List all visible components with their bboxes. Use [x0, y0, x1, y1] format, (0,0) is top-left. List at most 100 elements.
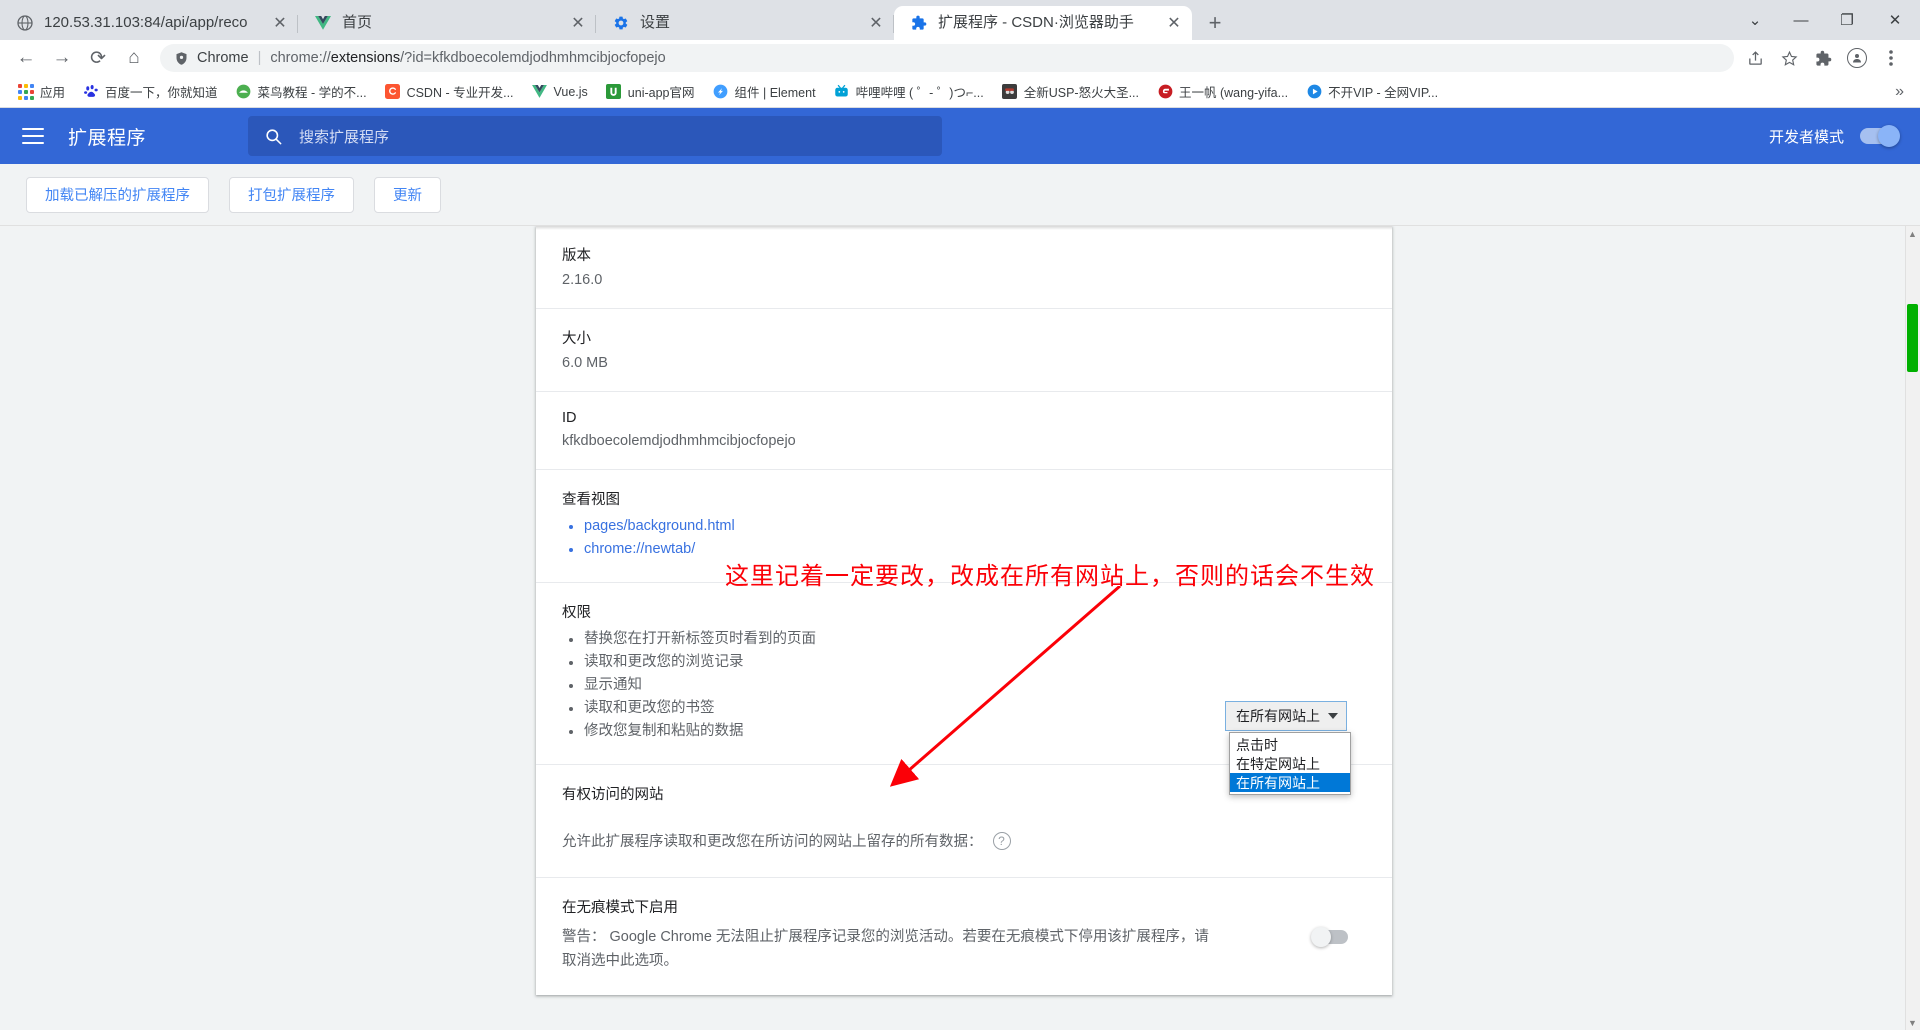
detail-row-version: 版本 2.16.0 [536, 226, 1392, 309]
tab-list: 120.53.31.103:84/api/app/reco ✕ 首页 ✕ 设置 … [0, 0, 1232, 40]
bookmark-item-apps[interactable]: 应用 [10, 80, 73, 104]
page-title: 扩展程序 [68, 127, 147, 149]
site-access-question: 允许此扩展程序读取和更改您在所访问的网站上留存的所有数据： [562, 834, 983, 850]
browser-tab-strip: 120.53.31.103:84/api/app/reco ✕ 首页 ✕ 设置 … [0, 0, 1920, 40]
star-icon[interactable] [1774, 42, 1804, 74]
bookmark-item-baidu[interactable]: 百度一下，你就知道 [75, 80, 226, 104]
bookmark-label: 不开VIP - 全网VIP... [1328, 86, 1439, 100]
option-on-click[interactable]: 点击时 [1230, 735, 1350, 754]
red-arrow-annotation [889, 586, 1121, 787]
tab-title: 120.53.31.103:84/api/app/reco [44, 14, 248, 31]
tab-close-icon[interactable]: ✕ [866, 13, 886, 33]
omnibox-url-highlight: extensions [330, 50, 401, 66]
site-access-selected-value: 在所有网站上 [1236, 708, 1320, 724]
browser-tab-3[interactable]: 设置 ✕ [596, 6, 894, 40]
bookmark-item-gitee[interactable]: 王一帆 (wang-yifa... [1149, 80, 1296, 104]
omnibox-separator: | [257, 50, 262, 66]
gitee-icon [1157, 84, 1173, 100]
bilibili-icon [834, 84, 850, 100]
tab-close-icon[interactable]: ✕ [1164, 13, 1184, 33]
bookmark-label: 百度一下，你就知道 [105, 86, 218, 100]
incognito-warning: 警告： Google Chrome 无法阻止扩展程序记录您的浏览活动。若要在无痕… [562, 929, 1209, 969]
chrome-shield-icon [174, 51, 189, 66]
window-close-icon[interactable]: ✕ [1870, 0, 1920, 40]
bookmark-item-element[interactable]: 组件 | Element [705, 80, 824, 104]
scrollbar-thumb[interactable] [1907, 304, 1918, 372]
load-unpacked-button[interactable]: 加载已解压的扩展程序 [26, 176, 209, 213]
apps-grid-icon [18, 83, 34, 100]
option-on-all-sites[interactable]: 在所有网站上 [1230, 773, 1350, 792]
developer-mode-toggle[interactable] [1860, 125, 1900, 147]
help-circle-icon[interactable]: ? [992, 831, 1011, 850]
omnibox-scheme-label: Chrome [197, 50, 249, 66]
site-access-control-row: 允许此扩展程序读取和更改您在所访问的网站上留存的所有数据： ? [536, 804, 1392, 878]
address-bar[interactable]: Chrome | chrome://extensions/?id=kfkdboe… [160, 44, 1734, 72]
back-icon[interactable]: ← [10, 42, 42, 74]
bookmark-label: 菜鸟教程 - 学的不... [257, 86, 367, 100]
window-maximize-icon[interactable]: ❐ [1824, 0, 1870, 40]
site-access-option-list: 点击时 在特定网站上 在所有网站上 [1229, 732, 1351, 795]
browser-tab-4-active[interactable]: 扩展程序 - CSDN·浏览器助手 ✕ [894, 6, 1192, 40]
forward-icon[interactable]: → [46, 42, 78, 74]
extension-detail-page: 版本 2.16.0 大小 6.0 MB ID kfkdboecolemdjodh… [0, 226, 1920, 1030]
browser-tab-2[interactable]: 首页 ✕ [298, 6, 596, 40]
tab-search-chevron-down-icon[interactable]: ⌄ [1732, 0, 1778, 40]
vue-icon [314, 14, 332, 32]
scroll-down-arrow-icon[interactable]: ▼ [1907, 1017, 1918, 1028]
new-tab-button[interactable]: + [1198, 6, 1232, 40]
vue-icon [532, 84, 548, 100]
bookmark-label: 哔哩哔哩 ( ゜- ゜)つ⌐... [855, 86, 984, 100]
bookmark-item-bilibili[interactable]: 哔哩哔哩 ( ゜- ゜)つ⌐... [826, 80, 992, 104]
bookmark-label: CSDN - 专业开发... [406, 86, 514, 100]
csdn-icon [385, 84, 401, 100]
update-button[interactable]: 更新 [374, 176, 441, 213]
bookmarks-overflow-icon[interactable]: » [1889, 83, 1910, 101]
profile-avatar-icon[interactable] [1842, 42, 1872, 74]
bookmark-item-runoob[interactable]: 菜鸟教程 - 学的不... [228, 80, 375, 104]
views-label: 查看视图 [562, 492, 620, 508]
pack-extension-button[interactable]: 打包扩展程序 [229, 176, 354, 213]
extensions-search-box[interactable]: 搜索扩展程序 [248, 116, 943, 156]
extensions-puzzle-icon[interactable] [1808, 42, 1838, 74]
incognito-toggle[interactable] [1311, 926, 1348, 947]
scroll-up-arrow-icon[interactable]: ▲ [1907, 228, 1918, 239]
bookmark-label: uni-app官网 [627, 86, 695, 100]
more-vertical-icon[interactable] [1876, 42, 1906, 74]
browser-tab-1[interactable]: 120.53.31.103:84/api/app/reco ✕ [0, 6, 298, 40]
view-link-background-html[interactable]: pages/background.html [562, 516, 1366, 537]
window-minimize-icon[interactable]: — [1778, 0, 1824, 40]
bookmark-label: 组件 | Element [734, 86, 816, 100]
settings-gear-icon [612, 14, 630, 32]
reload-icon[interactable]: ⟳ [82, 42, 114, 74]
page-scrollbar[interactable]: ▲ ▼ [1905, 226, 1920, 1030]
site-access-dropdown: 在所有网站上 点击时 在特定网站上 在所有网站上 [1225, 701, 1920, 795]
home-icon[interactable]: ⌂ [118, 42, 150, 74]
incognito-label: 在无痕模式下启用 [562, 900, 678, 916]
tab-close-icon[interactable]: ✕ [568, 13, 588, 33]
developer-mode-label: 开发者模式 [1768, 128, 1844, 146]
bookmark-label: 王一帆 (wang-yifa... [1179, 86, 1289, 100]
browser-toolbar: ← → ⟳ ⌂ Chrome | chrome://extensions/?id… [0, 40, 1920, 76]
option-on-specific-sites[interactable]: 在特定网站上 [1230, 754, 1350, 773]
site-access-select[interactable]: 在所有网站上 [1225, 701, 1347, 731]
hamburger-menu-icon[interactable] [22, 128, 44, 144]
bookmark-item-vipvideo[interactable]: 不开VIP - 全网VIP... [1298, 80, 1446, 104]
tab-close-icon[interactable]: ✕ [270, 13, 290, 33]
tab-title: 扩展程序 - CSDN·浏览器助手 [938, 14, 1134, 31]
bookmark-item-usp[interactable]: 全新USP-怒火大圣... [994, 80, 1147, 104]
bookmark-item-uniapp[interactable]: uni-app官网 [598, 80, 703, 104]
share-icon[interactable] [1740, 42, 1770, 74]
bookmarks-bar: 应用 百度一下，你就知道 菜鸟教程 - 学的不... CSDN - 专业开发..… [0, 76, 1920, 108]
tab-title: 首页 [342, 14, 373, 31]
omnibox-url-suffix: /?id=kfkdboecolemdjodhmhmcibjocfopejo [400, 50, 666, 66]
developer-mode-control: 开发者模式 [1768, 125, 1900, 147]
bookmark-item-vuejs[interactable]: Vue.js [524, 80, 596, 104]
omnibox-url: chrome://extensions/?id=kfkdboecolemdjod… [270, 50, 665, 66]
search-input[interactable]: 搜索扩展程序 [299, 126, 389, 147]
search-icon [264, 127, 283, 146]
extensions-page-header: 扩展程序 搜索扩展程序 开发者模式 [0, 108, 1920, 164]
bookmark-item-csdn[interactable]: CSDN - 专业开发... [377, 80, 522, 104]
bookmark-label: 全新USP-怒火大圣... [1023, 86, 1139, 100]
detail-row-incognito: 在无痕模式下启用 警告： Google Chrome 无法阻止扩展程序记录您的浏… [536, 878, 1392, 995]
omnibox-url-prefix: chrome:// [270, 50, 331, 66]
